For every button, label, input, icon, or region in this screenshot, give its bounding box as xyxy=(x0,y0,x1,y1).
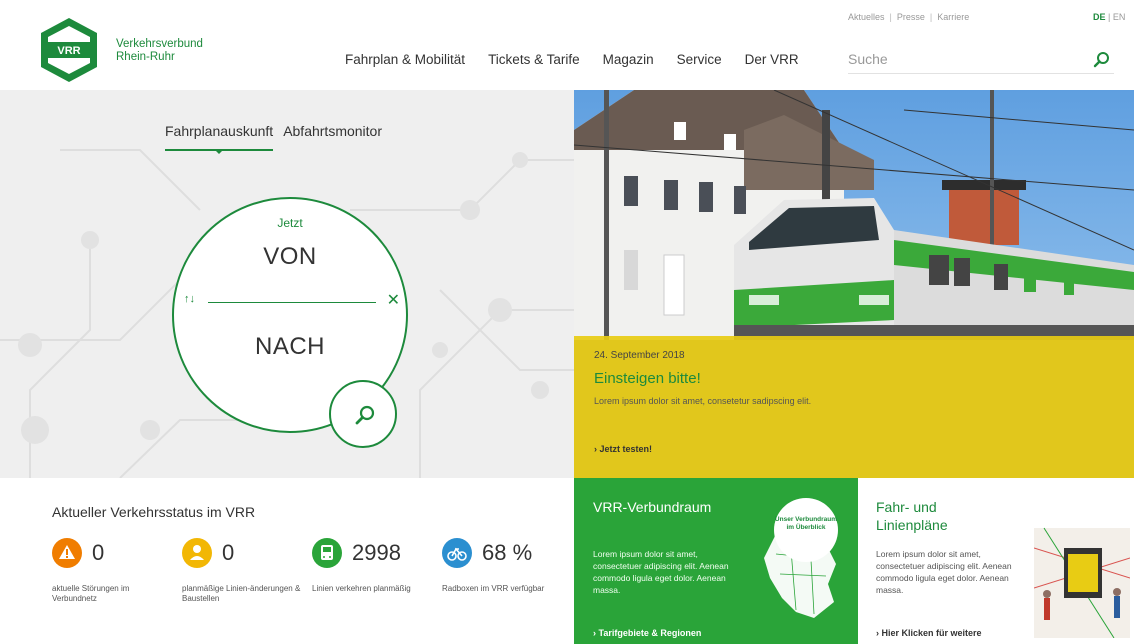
search-input[interactable] xyxy=(848,46,1068,72)
disruptions-count: 0 xyxy=(92,540,105,565)
teaser-linienplaene-text: Lorem ipsum dolor sit amet, consectetuer… xyxy=(876,549,1012,595)
planner-search-button[interactable] xyxy=(329,380,397,448)
search-icon[interactable] xyxy=(1092,50,1112,70)
map-badge: Unser Verbundraum im Überblick xyxy=(774,498,838,562)
main-navigation: Fahrplan & Mobilität Tickets & Tarife Ma… xyxy=(345,52,822,67)
meta-link-karriere[interactable]: Karriere xyxy=(937,12,969,22)
field-divider xyxy=(208,302,376,303)
lines-count: 2998 xyxy=(352,540,401,565)
journey-planner: Fahrplanauskunft Abfahrtsmonitor Jetzt V… xyxy=(0,90,574,478)
teaser-verbundraum-text: Lorem ipsum dolor sit amet, consectetuer… xyxy=(593,549,729,595)
nav-magazin[interactable]: Magazin xyxy=(603,52,654,67)
teaser-linienplaene-link-label: Hier Klicken für weitere xyxy=(881,628,982,638)
search-box xyxy=(848,46,1114,74)
hero-text: Lorem ipsum dolor sit amet, consetetur s… xyxy=(594,396,812,406)
nav-der-vrr[interactable]: Der VRR xyxy=(745,52,799,67)
search-icon xyxy=(355,405,375,425)
changes-count: 0 xyxy=(222,540,235,565)
close-icon[interactable]: ✕ xyxy=(387,290,400,310)
hero-teaser[interactable]: 24. September 2018 Einsteigen bitte! Lor… xyxy=(574,90,1134,478)
chevron-right-icon: › xyxy=(594,444,597,454)
nav-tickets[interactable]: Tickets & Tarife xyxy=(488,52,580,67)
disruptions-label: aktuelle Störungen im Verbundnetz xyxy=(52,584,130,603)
chevron-right-icon: › xyxy=(593,628,596,638)
teaser-verbundraum-link[interactable]: › Tarifgebiete & Regionen xyxy=(593,628,701,638)
meta-links: Aktuelles | Presse | Karriere xyxy=(848,12,969,22)
warning-icon xyxy=(52,538,82,568)
tab-abfahrtsmonitor[interactable]: Abfahrtsmonitor xyxy=(283,123,382,151)
lang-de[interactable]: DE xyxy=(1093,12,1106,22)
teaser-linienplaene-link[interactable]: › Hier Klicken für weitere xyxy=(876,628,982,638)
time-selector[interactable]: Jetzt xyxy=(174,216,406,230)
nav-service[interactable]: Service xyxy=(677,52,722,67)
bike-icon xyxy=(442,538,472,568)
timetable-illustration xyxy=(1034,527,1130,638)
tab-fahrplanauskunft[interactable]: Fahrplanauskunft xyxy=(165,123,274,154)
teaser-linienplaene[interactable]: Fahr- und Linienpläne Lorem ipsum dolor … xyxy=(858,478,1134,644)
lang-en[interactable]: EN xyxy=(1113,12,1126,22)
lines-label: Linien verkehren planmäßig xyxy=(312,584,411,593)
to-field[interactable]: NACH xyxy=(174,333,406,361)
hero-title[interactable]: Einsteigen bitte! xyxy=(594,370,701,387)
hero-link[interactable]: › Jetzt testen! xyxy=(594,444,652,454)
teaser-verbundraum-title: VRR-Verbundraum xyxy=(593,499,712,515)
logo-text: VRR xyxy=(57,45,80,57)
meta-link-aktuelles[interactable]: Aktuelles xyxy=(848,12,885,22)
bikeboxes-label: Radboxen im VRR verfügbar xyxy=(442,584,545,593)
meta-separator: | xyxy=(929,12,933,22)
construction-icon xyxy=(182,538,212,568)
brand-line-1: Verkehrsverbund xyxy=(116,38,203,50)
teaser-linienplaene-title: Fahr- und Linienpläne xyxy=(876,499,948,533)
site-header: VRR Verkehrsverbund Rhein-Ruhr Fahrplan … xyxy=(0,0,1134,90)
chevron-right-icon: › xyxy=(876,628,879,638)
hero-caption: 24. September 2018 Einsteigen bitte! Lor… xyxy=(574,336,1134,478)
hero-date: 24. September 2018 xyxy=(594,350,685,361)
meta-link-presse[interactable]: Presse xyxy=(897,12,925,22)
changes-label: planmäßige Linien-änderungen & Baustelle… xyxy=(182,584,301,603)
hero-link-label: Jetzt testen! xyxy=(599,444,653,454)
teaser-verbundraum[interactable]: VRR-Verbundraum Lorem ipsum dolor sit am… xyxy=(574,478,858,644)
planner-tabs: Fahrplanauskunft Abfahrtsmonitor xyxy=(165,123,392,154)
swap-icon[interactable]: ↑↓ xyxy=(184,293,195,305)
status-title: Aktueller Verkehrsstatus im VRR xyxy=(52,504,256,520)
bus-icon xyxy=(312,538,342,568)
teaser-verbundraum-link-label: Tarifgebiete & Regionen xyxy=(598,628,702,638)
language-switch: DE | EN xyxy=(1093,12,1125,22)
nav-fahrplan[interactable]: Fahrplan & Mobilität xyxy=(345,52,465,67)
bikeboxes-percent: 68 % xyxy=(482,540,533,565)
lang-separator: | xyxy=(1108,12,1111,22)
brand-line-2: Rhein-Ruhr xyxy=(116,51,175,63)
meta-separator: | xyxy=(889,12,892,22)
traffic-status: Aktueller Verkehrsstatus im VRR 0 aktuel… xyxy=(0,478,574,644)
brand-name: Verkehrsverbund Rhein-Ruhr xyxy=(116,38,203,64)
from-field[interactable]: VON xyxy=(174,243,406,271)
vrr-logo[interactable]: VRR xyxy=(38,16,100,84)
